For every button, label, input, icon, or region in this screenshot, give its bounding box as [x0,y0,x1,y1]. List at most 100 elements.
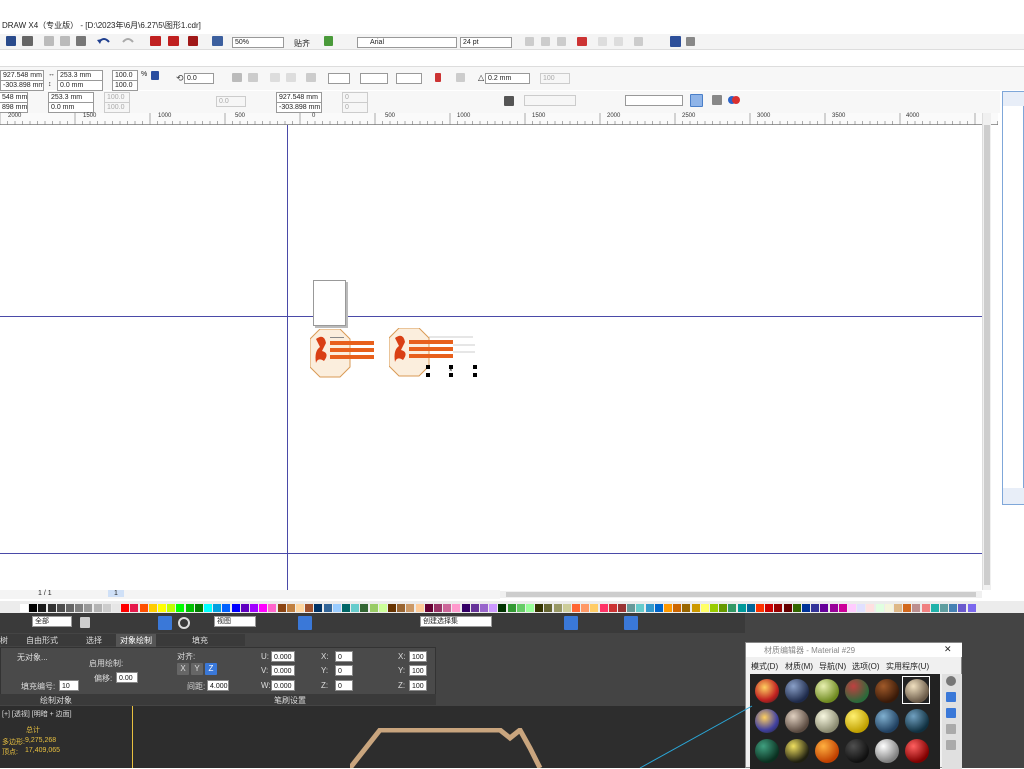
object-manager-docker[interactable] [1002,91,1024,505]
color-swatch[interactable] [691,604,700,612]
redo-icon[interactable] [120,36,136,48]
tab-modeling[interactable]: 树 [0,635,8,646]
lock-ratio-icon[interactable] [151,71,159,80]
color-swatch[interactable] [185,604,194,612]
color-swatch[interactable] [516,604,525,612]
color-swatch[interactable] [829,604,838,612]
hscroll-thumb[interactable] [506,592,976,597]
color-swatch[interactable] [452,604,461,612]
color-swatch[interactable] [627,604,636,612]
options-icon[interactable] [324,36,333,46]
align-z-button[interactable]: Z [205,663,217,675]
fill-number-field[interactable]: 10 [59,680,79,691]
color-swatch[interactable] [480,604,488,612]
color-swatch[interactable] [884,604,893,612]
material-slot[interactable] [812,706,840,734]
material-slot[interactable] [782,736,810,764]
color-swatch[interactable] [618,604,626,612]
line-style-select[interactable] [360,73,388,84]
color-swatch[interactable] [673,604,682,612]
color-swatch[interactable] [719,604,728,612]
color-swatch[interactable] [756,604,764,612]
close-curve-icon[interactable] [456,73,465,82]
y-position-field-2[interactable]: 898 mm [0,102,28,113]
color-swatch[interactable] [38,604,47,612]
underline-icon[interactable] [557,37,566,46]
snap-label[interactable]: 贴齐 [294,38,310,49]
color-swatch[interactable] [360,604,369,612]
video-check-icon[interactable] [946,740,956,750]
color-swatch[interactable] [682,604,691,612]
copy-icon[interactable] [60,36,70,46]
menu-utilities[interactable]: 实用程序(U) [886,661,929,672]
preset-select[interactable] [524,95,576,106]
material-slot[interactable] [902,736,930,764]
reference-coord-select[interactable]: 视图 [214,616,256,627]
color-swatch[interactable] [783,604,792,612]
text-align-icon[interactable] [577,37,587,46]
color-swatch[interactable] [240,604,249,612]
color-swatch[interactable] [332,604,341,612]
y-position-field[interactable]: -303.898 mm [0,80,44,91]
paste-icon[interactable] [76,36,86,46]
color-swatch[interactable] [286,604,295,612]
material-slot[interactable] [902,706,930,734]
color-swatch[interactable] [388,604,396,612]
vertical-guide[interactable] [287,125,288,590]
u-field[interactable]: 0.000 [271,651,295,662]
named-selection-set[interactable]: 创建选择集 [420,616,492,627]
color-swatch[interactable] [636,604,645,612]
sample-type-icon[interactable] [946,676,956,686]
page-outline[interactable] [313,280,346,326]
material-slot[interactable] [782,706,810,734]
color-swatch[interactable] [369,604,378,612]
mirror-icon[interactable] [564,616,578,630]
color-swatch[interactable] [958,604,967,612]
node-icon[interactable] [270,73,280,82]
select-icon[interactable] [80,617,90,628]
save-icon[interactable] [6,36,16,46]
material-editor-window[interactable]: 材质编辑器 - Material #29 ✕ 模式(D) 材质(M) 导航(N)… [745,642,963,769]
spacing-field[interactable]: 4.000 [207,680,229,691]
color-swatch[interactable] [544,604,553,612]
color-swatch[interactable] [323,604,332,612]
selection-filter[interactable]: 全部 [32,616,72,627]
color-swatch[interactable] [222,604,231,612]
color-swatch[interactable] [461,604,470,612]
color-swatch[interactable] [848,604,856,612]
w-field[interactable]: 0.000 [271,680,295,691]
color-swatch[interactable] [802,604,810,612]
color-swatch[interactable] [406,604,415,612]
horizontal-guide[interactable] [0,316,982,317]
node2-icon[interactable] [286,73,296,82]
angle-field[interactable]: 0.0 [184,73,214,84]
undo-icon[interactable] [96,36,112,48]
color-swatch[interactable] [728,604,737,612]
color-swatch[interactable] [342,604,350,612]
menu-options[interactable]: 选项(O) [852,661,880,672]
color-swatch[interactable] [250,604,258,612]
color-swatch[interactable] [102,604,111,612]
scale-x-field-max[interactable]: 100 [409,651,427,662]
scale-z-field-max[interactable]: 100 [409,680,427,691]
scale-y-field[interactable]: 100.0 [112,80,138,91]
align-y-button[interactable]: Y [191,663,203,675]
color-swatch[interactable] [139,604,148,612]
print-icon[interactable] [22,36,33,46]
color-swatch[interactable] [857,604,866,612]
color-swatch[interactable] [84,604,93,612]
bullets-icon[interactable] [598,37,607,46]
color-swatch[interactable] [443,604,452,612]
contour-icon[interactable] [504,96,514,106]
color-swatch[interactable] [213,604,222,612]
color-swatch[interactable] [56,604,65,612]
page-tab[interactable]: 1 [108,590,124,597]
height-field[interactable]: 0.0 mm [57,80,103,91]
scale-y-field-2[interactable]: 100.0 [104,102,130,113]
scale-y-field-max[interactable]: 100 [409,665,427,676]
color-swatch[interactable] [259,604,268,612]
color-swatch[interactable] [930,604,939,612]
color-swatch[interactable] [112,604,120,612]
viewport-label[interactable]: [+] [透视] [明暗 + 边面] [2,709,72,719]
color-swatch[interactable] [553,604,562,612]
